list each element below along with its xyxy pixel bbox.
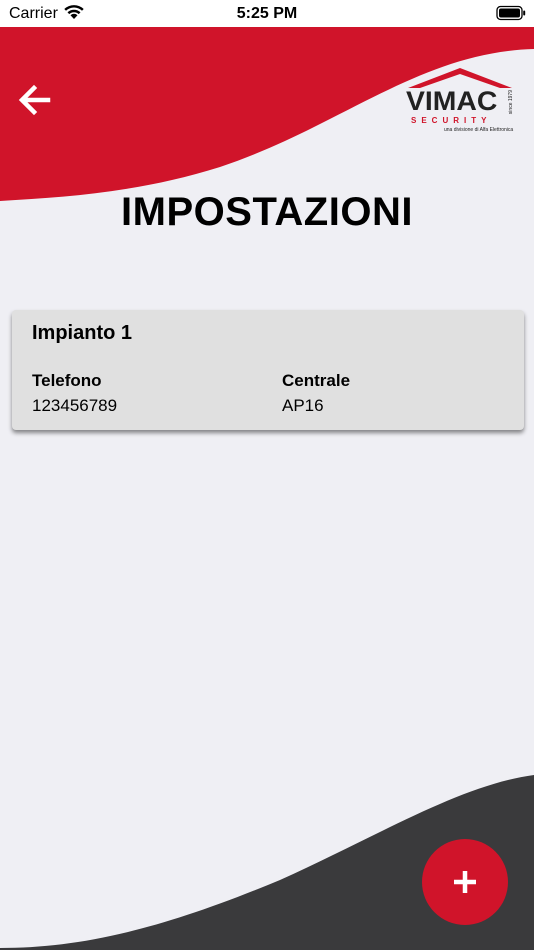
- panel-label: Centrale: [282, 371, 351, 390]
- add-system-button[interactable]: [422, 839, 508, 925]
- page-title: IMPOSTAZIONI: [121, 190, 413, 234]
- vimac-logo: VIMAC since 1979 SECURITY una divisione …: [404, 66, 516, 136]
- status-time: 5:25 PM: [236, 5, 298, 22]
- logo-security: SECURITY: [411, 116, 492, 125]
- battery-icon: [496, 5, 526, 26]
- logo-wordmark: VIMAC: [406, 86, 498, 116]
- system-card[interactable]: Impianto 1 Telefono 123456789 Centrale A…: [12, 310, 524, 430]
- logo-since: since 1979: [508, 90, 514, 115]
- back-button[interactable]: [12, 78, 56, 122]
- phone-label: Telefono: [32, 371, 102, 390]
- system-name: Impianto 1: [32, 322, 133, 344]
- panel-value: AP16: [282, 396, 324, 415]
- arrow-left-icon: [18, 84, 51, 116]
- logo-tagline: una divisione di Alfa Elettronica: [444, 127, 514, 133]
- phone-value: 123456789: [32, 396, 118, 415]
- plus-icon: [454, 871, 476, 893]
- status-bar: Carrier 5:25 PM: [0, 0, 534, 27]
